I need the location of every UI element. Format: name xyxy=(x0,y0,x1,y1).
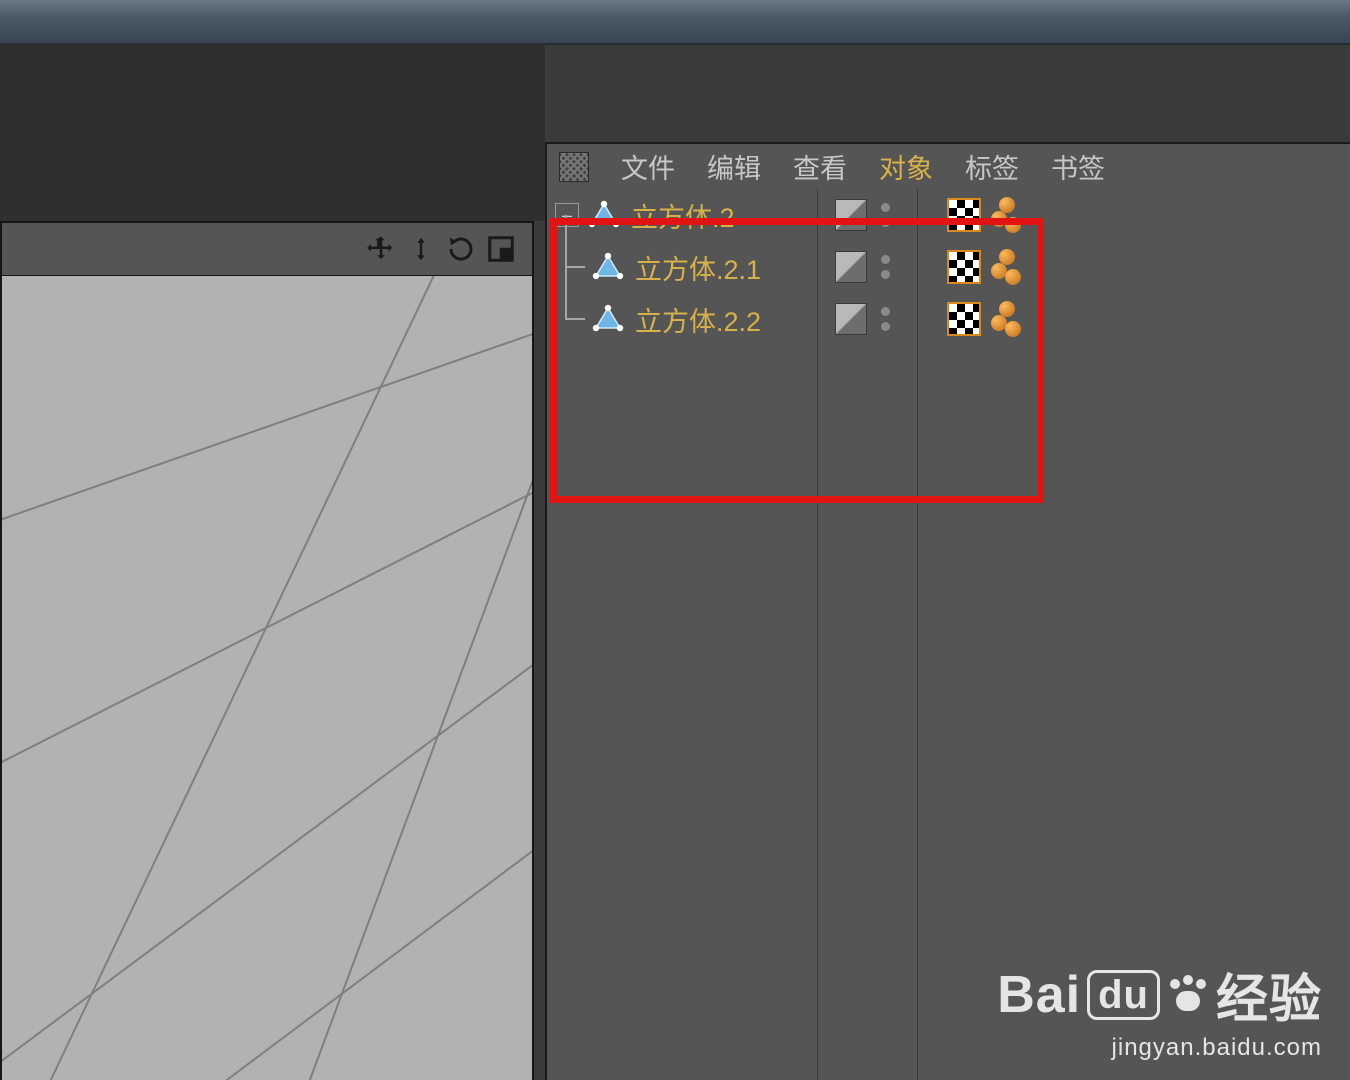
polygon-object-icon xyxy=(587,198,621,232)
watermark-sub: jingyan.baidu.com xyxy=(997,1034,1322,1062)
material-balls-icon[interactable] xyxy=(991,197,1019,233)
scale-icon[interactable] xyxy=(404,232,438,266)
material-balls-icon[interactable] xyxy=(991,301,1019,337)
menu-file[interactable]: 文件 xyxy=(621,147,675,186)
object-manager-menubar: 文件 编辑 查看 对象 标签 书签 xyxy=(547,144,1350,189)
menu-tags[interactable]: 标签 xyxy=(965,147,1019,186)
visibility-dots[interactable] xyxy=(881,255,890,279)
upper-dark-area xyxy=(0,43,545,221)
menu-view[interactable]: 查看 xyxy=(793,147,847,186)
object-label[interactable]: 立方体.2.2 xyxy=(635,300,761,339)
panel-grip-icon[interactable] xyxy=(559,152,589,182)
collapse-icon[interactable]: – xyxy=(555,203,579,227)
watermark-brand-box: du xyxy=(1087,970,1160,1020)
object-label[interactable]: 立方体.2 xyxy=(631,196,735,235)
tree-row-root[interactable]: – 立方体.2 xyxy=(547,189,1350,241)
visibility-dots[interactable] xyxy=(881,307,890,331)
window-titlebar xyxy=(0,0,1350,45)
object-manager-panel: 文件 编辑 查看 对象 标签 书签 – 立方体.2 xyxy=(545,142,1350,1080)
viewport-toolbar xyxy=(2,223,532,276)
polygon-object-icon xyxy=(591,250,625,284)
texture-tag-icon[interactable] xyxy=(947,250,981,284)
viewport-panel xyxy=(0,221,534,1080)
texture-tag-icon[interactable] xyxy=(947,302,981,336)
polygon-object-icon xyxy=(591,302,625,336)
menu-edit[interactable]: 编辑 xyxy=(707,147,761,186)
viewport-3d[interactable] xyxy=(2,276,532,1080)
maximize-icon[interactable] xyxy=(484,232,518,266)
object-tree[interactable]: – 立方体.2 xyxy=(547,189,1350,1080)
layer-chip[interactable] xyxy=(835,199,867,231)
watermark-brand-left: Bai xyxy=(997,965,1081,1025)
menu-bookmarks[interactable]: 书签 xyxy=(1051,147,1105,186)
material-balls-icon[interactable] xyxy=(991,249,1019,285)
tree-row-child[interactable]: 立方体.2.2 xyxy=(547,293,1350,345)
texture-tag-icon[interactable] xyxy=(947,198,981,232)
rotate-icon[interactable] xyxy=(444,232,478,266)
object-label[interactable]: 立方体.2.1 xyxy=(635,248,761,287)
layer-chip[interactable] xyxy=(835,303,867,335)
menu-objects[interactable]: 对象 xyxy=(879,147,933,186)
paw-icon xyxy=(1166,977,1210,1013)
tree-row-child[interactable]: 立方体.2.1 xyxy=(547,241,1350,293)
watermark: Bai du 经验 jingyan.baidu.com xyxy=(997,957,1322,1062)
move-icon[interactable] xyxy=(364,232,398,266)
layer-chip[interactable] xyxy=(835,251,867,283)
watermark-brand-right: 经验 xyxy=(1216,957,1322,1032)
visibility-dots[interactable] xyxy=(881,203,890,227)
